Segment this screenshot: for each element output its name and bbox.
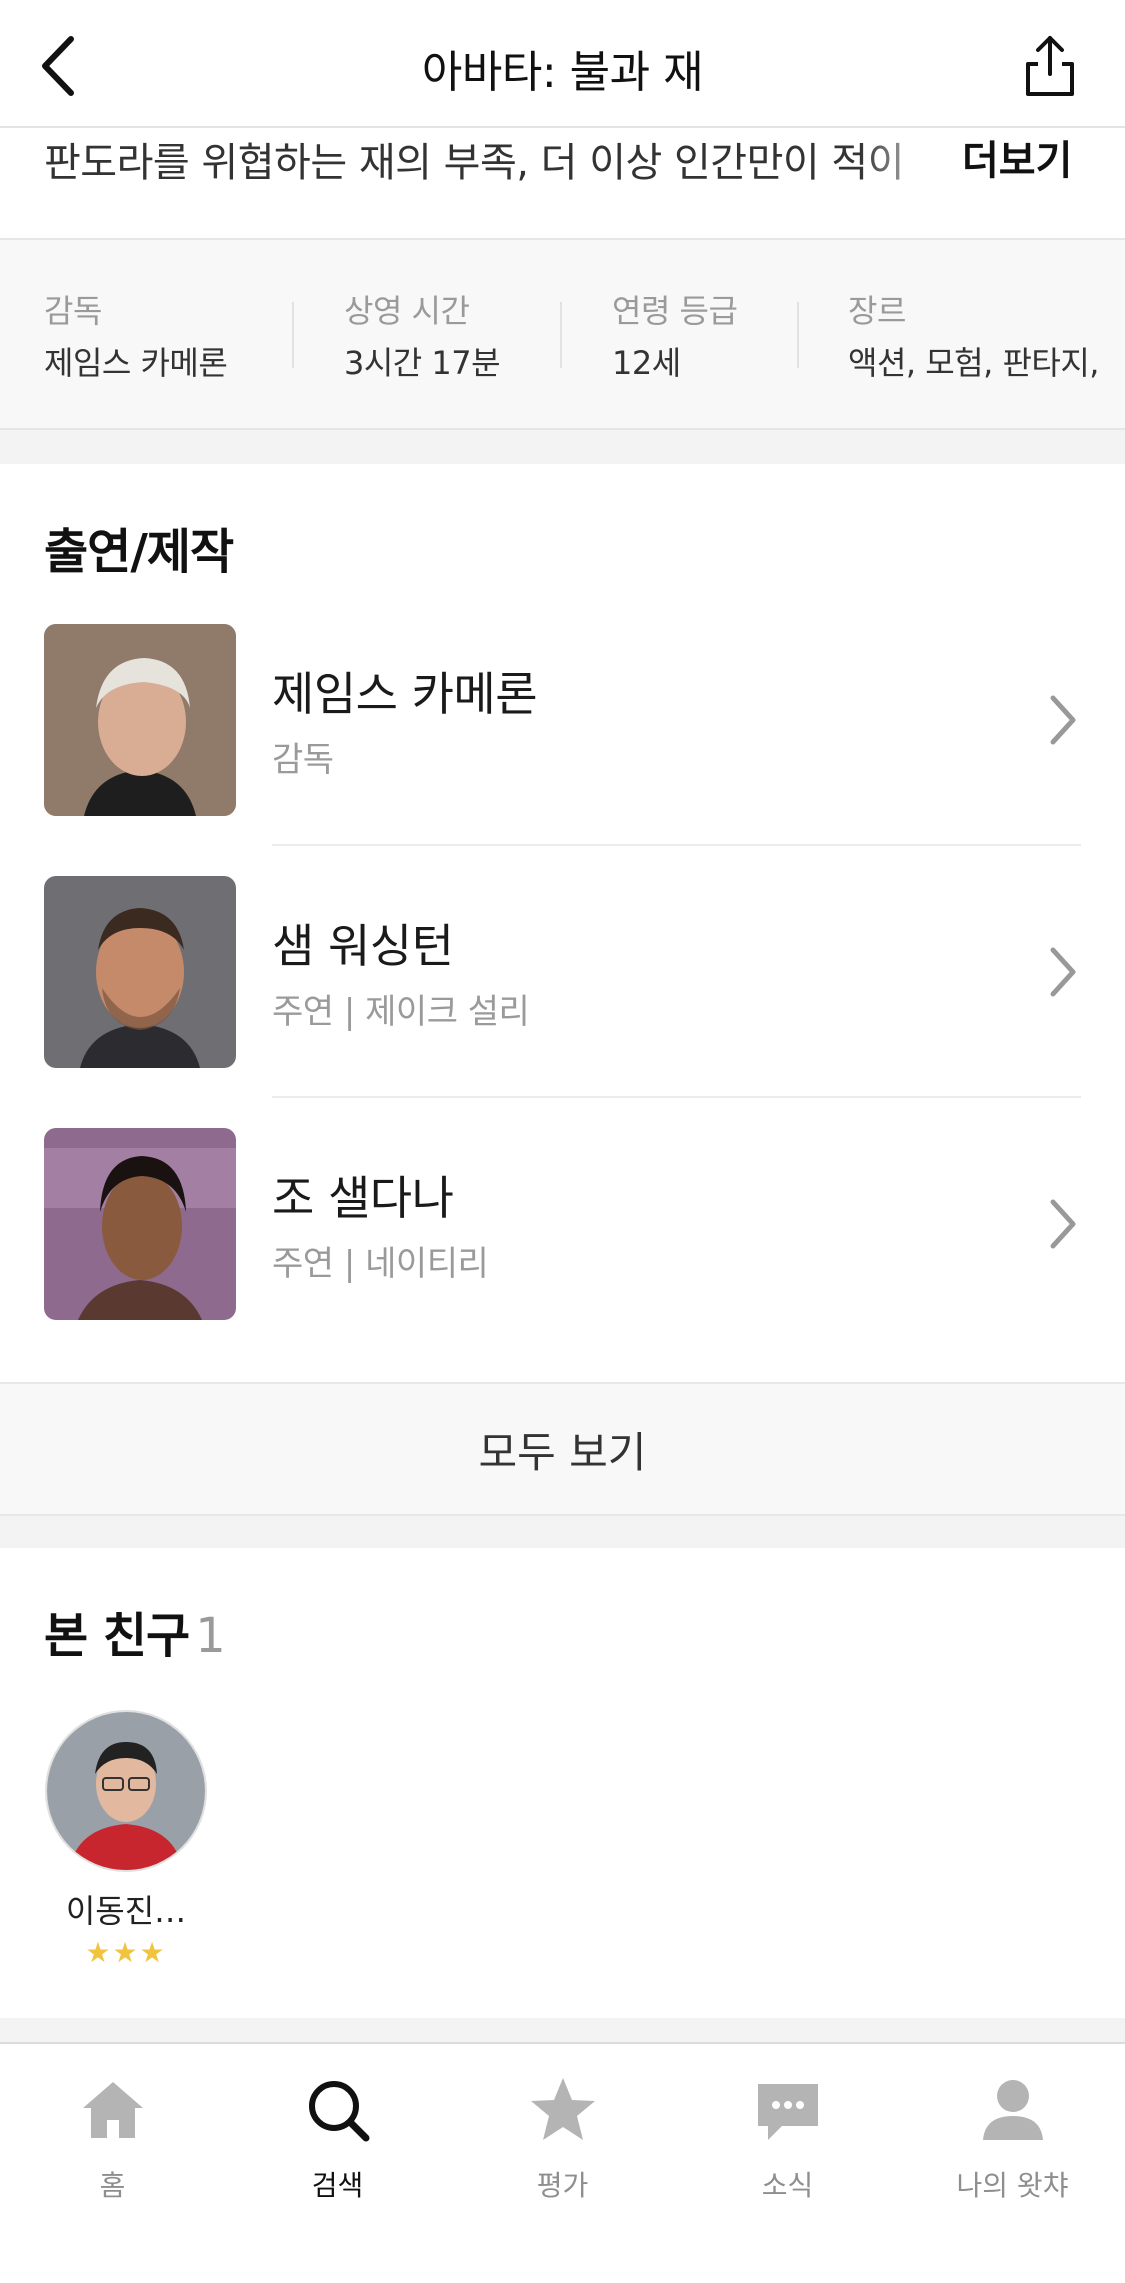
see-all-button[interactable]: 모두 보기 xyxy=(0,1382,1125,1516)
section-gap xyxy=(0,1516,1125,1548)
cast-role: 감독 xyxy=(272,740,334,780)
cast-row[interactable]: 샘 워싱턴 주연 | 제이크 설리 xyxy=(0,876,1125,1128)
movie-info-bar: 감독 제임스 카메론 상영 시간 3시간 17분 연령 등급 12세 장르 액션… xyxy=(0,238,1125,430)
cast-name: 조 샐다나 xyxy=(272,1171,454,1225)
info-age-rating: 연령 등급 12세 xyxy=(612,286,738,384)
page-title: 아바타: 불과 재 xyxy=(421,47,704,98)
tab-label: 홈 xyxy=(99,2169,126,2202)
tab-label: 소식 xyxy=(761,2169,814,2202)
tab-label: 나의 왓챠 xyxy=(956,2169,1069,2202)
divider xyxy=(797,302,799,368)
divider xyxy=(272,1096,1081,1098)
tab-label: 평가 xyxy=(536,2169,589,2202)
info-value: 3시간 17분 xyxy=(344,344,501,382)
synopsis-text: 판도라를 위협하는 재의 부족, 더 이상 인간만이 적이 xyxy=(44,140,905,186)
info-label: 감독 xyxy=(44,292,102,330)
cast-row[interactable]: 조 샐다나 주연 | 네이티리 xyxy=(0,1128,1125,1380)
cast-row[interactable]: 제임스 카메론 감독 xyxy=(0,624,1125,876)
info-label: 상영 시간 xyxy=(344,292,470,330)
person-icon xyxy=(982,2080,1043,2140)
tab-label: 검색 xyxy=(311,2169,364,2202)
section-gap xyxy=(0,430,1125,464)
friend-name: 이동진… xyxy=(65,1892,187,1930)
cast-photo xyxy=(44,876,236,1068)
info-label: 연령 등급 xyxy=(612,292,738,330)
info-value: 12세 xyxy=(612,344,681,382)
divider xyxy=(292,302,294,368)
share-icon xyxy=(1026,36,1074,96)
info-genre: 장르 액션, 모험, 판타지, xyxy=(848,286,1099,384)
home-icon xyxy=(82,2082,143,2138)
section-gap xyxy=(0,2018,1125,2042)
tab-home[interactable]: 홈 xyxy=(0,2074,225,2224)
synopsis: 판도라를 위협하는 재의 부족, 더 이상 인간만이 적이 더보기 xyxy=(0,128,1125,238)
cast-photo xyxy=(44,1128,236,1320)
chevron-left-icon xyxy=(42,36,74,96)
bottom-tab-bar: 홈 검색 평가 소식 나의 왓챠 xyxy=(0,2042,1125,2283)
divider xyxy=(560,302,562,368)
star-icon xyxy=(530,2078,595,2140)
cast-name: 제임스 카메론 xyxy=(272,667,538,721)
tab-rating[interactable]: 평가 xyxy=(450,2074,675,2224)
info-value: 액션, 모험, 판타지, xyxy=(848,344,1099,382)
chat-bubble-icon xyxy=(757,2084,818,2140)
search-icon xyxy=(308,2081,369,2142)
tab-news[interactable]: 소식 xyxy=(675,2074,900,2224)
friend-item[interactable]: 이동진… ★★★ xyxy=(44,1710,208,1969)
chevron-right-icon xyxy=(1050,1199,1076,1249)
share-button[interactable] xyxy=(1015,28,1085,104)
info-label: 장르 xyxy=(848,292,906,330)
tab-search[interactable]: 검색 xyxy=(225,2074,450,2224)
info-value: 제임스 카메론 xyxy=(44,344,228,382)
info-director: 감독 제임스 카메론 xyxy=(44,286,228,384)
friends-count: 1 xyxy=(195,1608,226,1664)
cast-role: 주연 | 제이크 설리 xyxy=(272,992,530,1032)
movie-detail-page: 아바타: 불과 재 판도라를 위협하는 재의 부족, 더 이상 인간만이 적이 … xyxy=(0,0,1125,2283)
back-button[interactable] xyxy=(22,28,92,104)
friends-title-label: 본 친구 xyxy=(44,1608,190,1664)
synopsis-fade xyxy=(860,128,950,188)
info-runtime: 상영 시간 3시간 17분 xyxy=(344,286,501,384)
friends-section-title: 본 친구 1 xyxy=(44,1596,226,1666)
divider xyxy=(272,844,1081,846)
chevron-right-icon xyxy=(1050,695,1076,745)
cast-section-title: 출연/제작 xyxy=(44,524,234,580)
tab-my-watcha[interactable]: 나의 왓챠 xyxy=(900,2074,1125,2224)
cast-name: 샘 워싱턴 xyxy=(272,919,454,973)
star-rating: ★★★ xyxy=(85,1936,167,1969)
cast-photo xyxy=(44,624,236,816)
more-button[interactable]: 더보기 xyxy=(962,128,1072,186)
chevron-right-icon xyxy=(1050,947,1076,997)
avatar xyxy=(45,1710,207,1872)
cast-role: 주연 | 네이티리 xyxy=(272,1244,489,1284)
top-nav-bar: 아바타: 불과 재 xyxy=(0,0,1125,128)
